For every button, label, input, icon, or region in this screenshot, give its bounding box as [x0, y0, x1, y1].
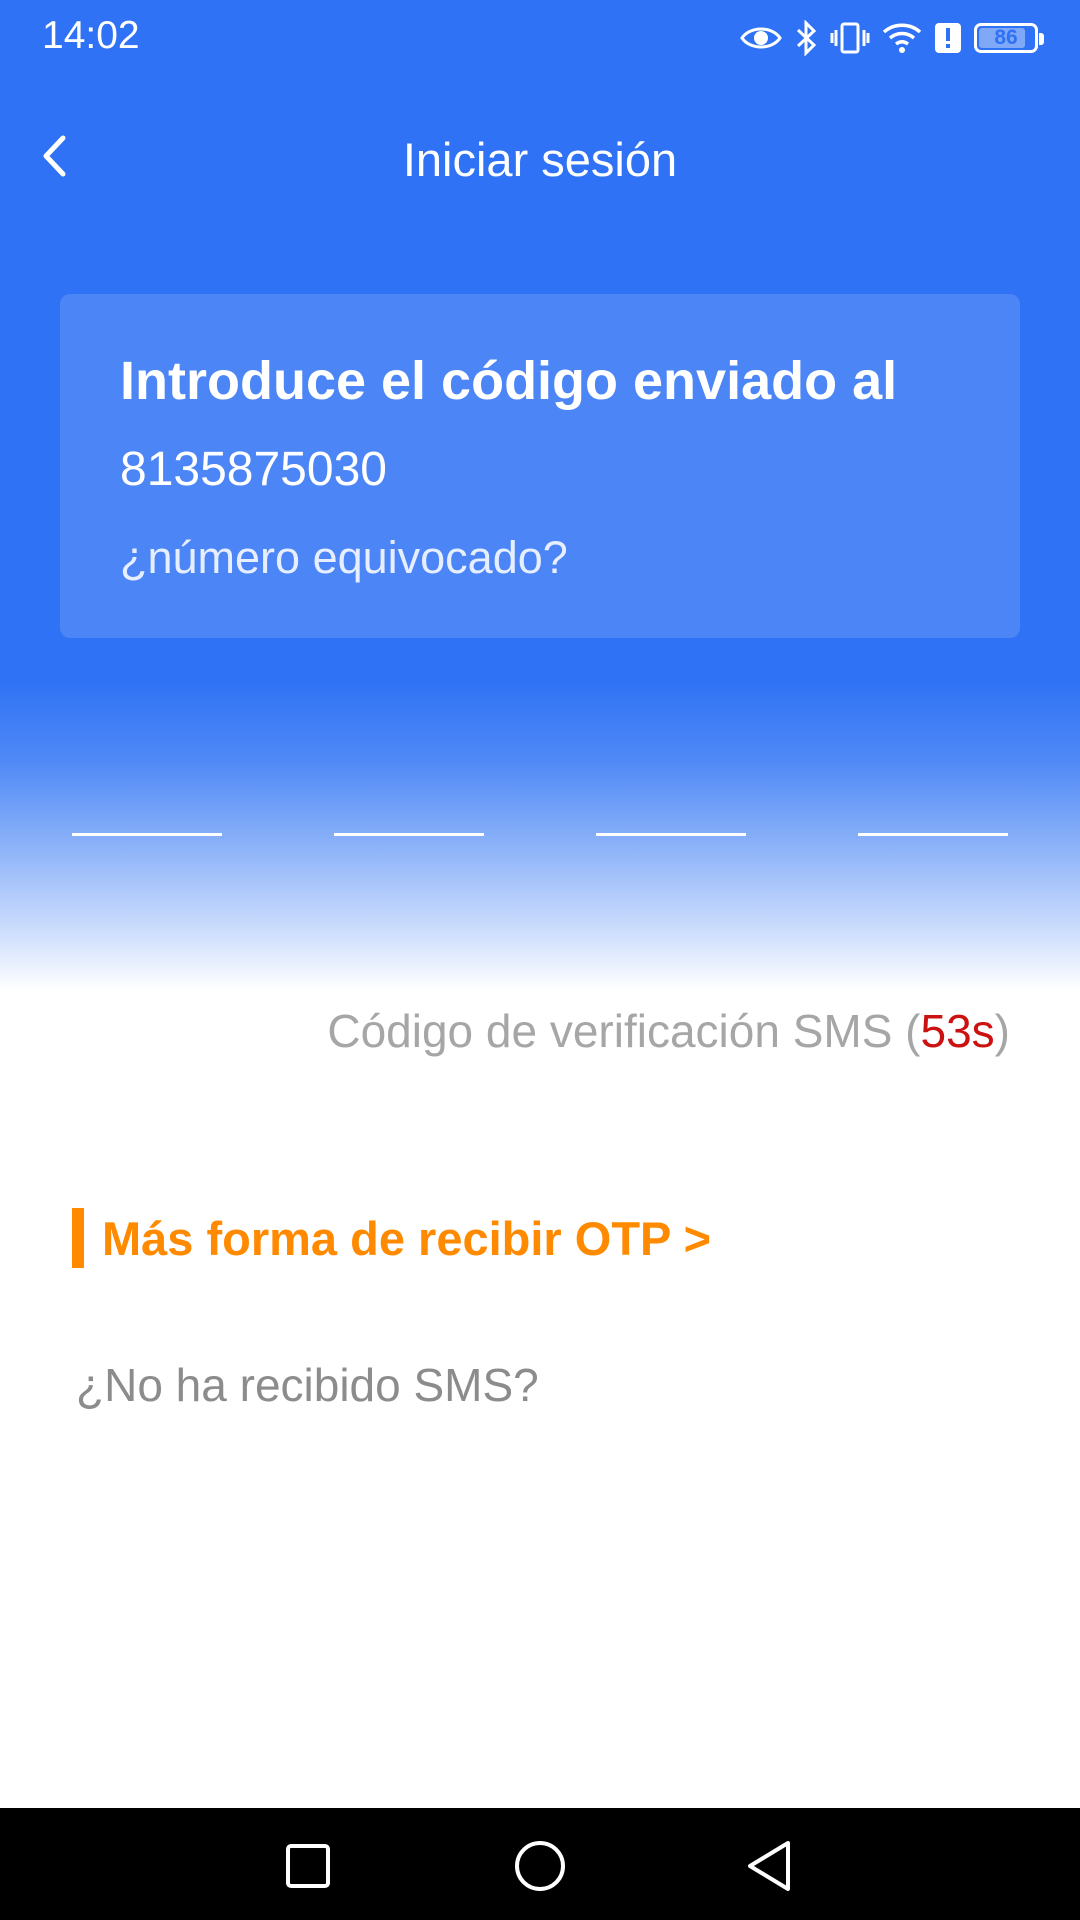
sms-suffix: )	[994, 1005, 1010, 1057]
no-sms-received-link[interactable]: ¿No ha recibido SMS?	[76, 1358, 539, 1412]
phone-number: 8135875030	[120, 443, 387, 496]
battery-icon: 86	[974, 23, 1044, 53]
alert-icon	[934, 21, 962, 55]
code-digit-2[interactable]	[334, 790, 484, 836]
sms-countdown: Código de verificación SMS (53s)	[327, 1004, 1010, 1058]
info-card: Introduce el código enviado al 813587503…	[60, 294, 1020, 638]
recents-button[interactable]	[276, 1834, 340, 1898]
login-screen: 14:02 86 Iniciar sesión Introduce el cód…	[0, 0, 1080, 1920]
card-heading: Introduce el código enviado al	[120, 351, 898, 411]
home-button[interactable]	[508, 1834, 572, 1898]
code-digit-4[interactable]	[858, 790, 1008, 836]
status-time: 14:02	[42, 14, 140, 57]
status-icons: 86	[740, 16, 1044, 60]
eye-icon	[740, 23, 782, 53]
accent-bar	[72, 1208, 84, 1268]
wrong-number-link[interactable]: ¿número equivocado?	[120, 530, 568, 586]
sms-label: Código de verificación SMS (	[327, 1005, 921, 1057]
navigation-bar	[0, 1808, 1080, 1920]
otp-code-input[interactable]	[72, 790, 1008, 850]
status-bar: 14:02 86	[0, 0, 1080, 78]
more-otp-link[interactable]: Más forma de recibir OTP >	[102, 1211, 711, 1266]
sms-seconds: 53s	[920, 1005, 995, 1057]
vibrate-icon	[830, 21, 870, 55]
page-title: Iniciar sesión	[402, 133, 678, 186]
wifi-icon	[882, 21, 922, 55]
home-icon	[515, 1841, 565, 1891]
more-otp-options[interactable]: Más forma de recibir OTP >	[72, 1208, 711, 1268]
bluetooth-icon	[794, 20, 818, 56]
nav-back-button[interactable]	[738, 1834, 802, 1898]
battery-percent: 86	[994, 26, 1018, 49]
code-digit-3[interactable]	[596, 790, 746, 836]
header: Iniciar sesión	[0, 110, 1080, 210]
recents-icon	[286, 1844, 330, 1888]
code-digit-1[interactable]	[72, 790, 222, 836]
back-icon	[748, 1841, 790, 1891]
